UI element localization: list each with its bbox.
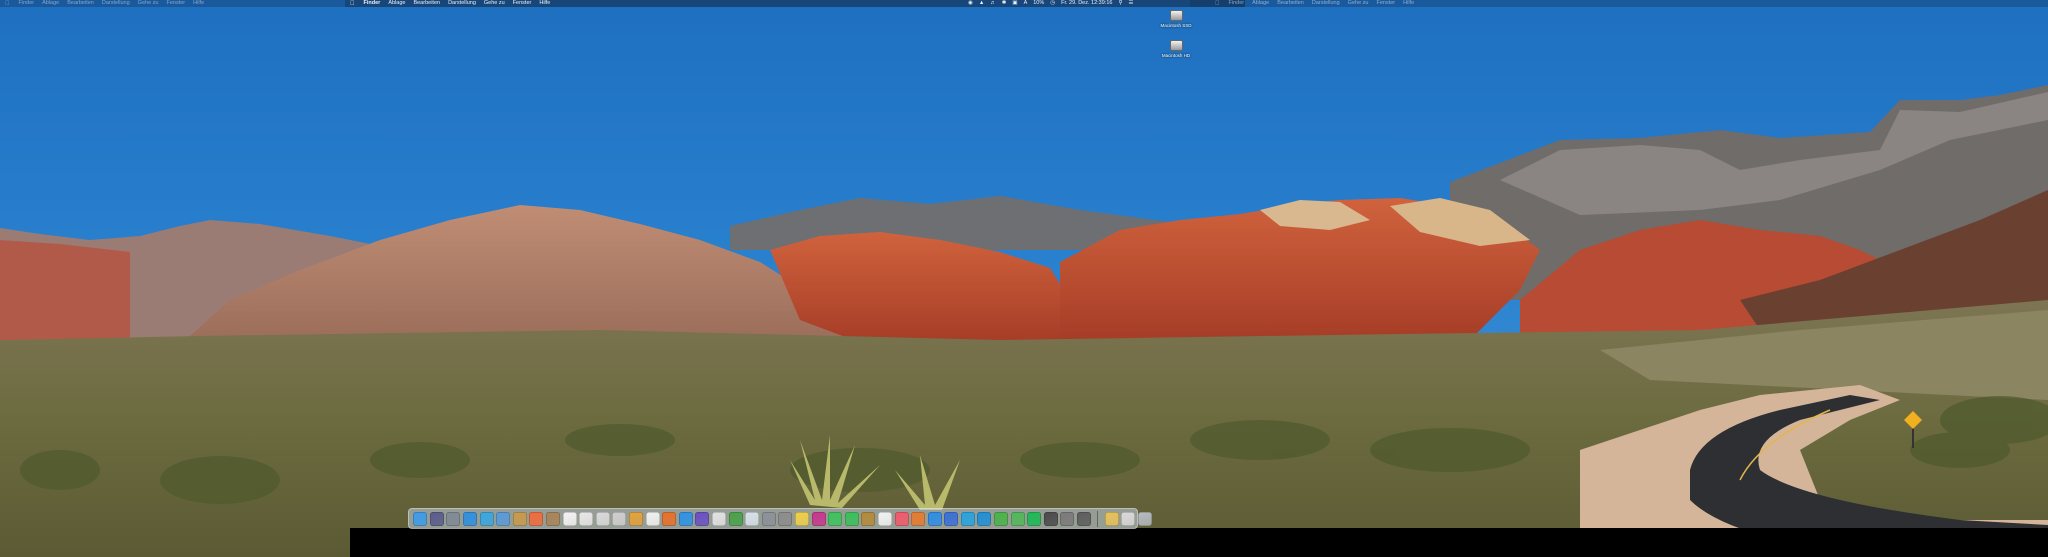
dock-reminders-icon[interactable]	[529, 511, 544, 526]
menu-finder-secondary-right[interactable]: Finder	[1225, 0, 1249, 7]
dock-contacts-icon[interactable]	[512, 511, 527, 526]
hard-drive-icon	[1169, 10, 1183, 21]
dock-mac-icon-icon[interactable]	[778, 511, 793, 526]
menu-ablage-secondary[interactable]: Ablage	[38, 0, 63, 7]
wifi-icon[interactable]: ▲	[976, 0, 987, 7]
bluetooth-icon[interactable]: ✱	[999, 0, 1010, 7]
dock-documents-icon[interactable]	[612, 511, 627, 526]
drive-label: Macintosh SSD	[1160, 23, 1192, 28]
secondary-menubar-right:  Finder Ablage Bearbeiten Darstellung G…	[1190, 0, 2048, 7]
dock-music-icon[interactable]	[894, 511, 909, 526]
location-icon[interactable]: ◉	[965, 0, 976, 7]
dock-photos-2-icon[interactable]	[811, 511, 826, 526]
spotlight-icon[interactable]: ⚲	[1115, 0, 1125, 7]
dock-settings-icon[interactable]	[1060, 511, 1075, 526]
secondary-menubar-left:  Finder Ablage Bearbeiten Darstellung G…	[0, 0, 345, 7]
time-machine-icon[interactable]: ◷	[1047, 0, 1058, 7]
apple-menu-icon[interactable]: 	[345, 1, 360, 7]
dock-separator	[1097, 510, 1099, 527]
menu-finder-secondary[interactable]: Finder	[15, 0, 39, 7]
dock-safari-icon[interactable]	[463, 511, 478, 526]
dock-trash-icon[interactable]	[1137, 511, 1152, 526]
menu-darstellung[interactable]: Darstellung	[444, 0, 480, 7]
dock-photo-booth-icon[interactable]	[745, 511, 760, 526]
dock-imovie-icon[interactable]	[695, 511, 710, 526]
menu-fenster-secondary-right[interactable]: Fenster	[1372, 0, 1399, 7]
dock-keynote-icon[interactable]	[711, 511, 726, 526]
dock-browser-icon[interactable]	[645, 511, 660, 526]
menu-darstellung-secondary[interactable]: Darstellung	[98, 0, 134, 7]
dock-notes-icon[interactable]	[546, 511, 561, 526]
dock-downloads-stack-icon[interactable]	[1104, 511, 1119, 526]
notification-center-icon[interactable]: ☰	[1125, 0, 1136, 7]
dock-app-store-icon[interactable]	[927, 511, 942, 526]
battery-percent[interactable]: 10%	[1030, 0, 1047, 7]
volume-icon[interactable]: ♬	[987, 0, 999, 7]
menu-fenster[interactable]: Fenster	[509, 0, 536, 7]
dock-textedit-icon[interactable]	[579, 511, 594, 526]
dock-launchpad-icon[interactable]	[446, 511, 461, 526]
display-icon[interactable]: ▣	[1009, 0, 1020, 7]
dock-screenshot-icon[interactable]	[761, 511, 776, 526]
dock-evernote-icon[interactable]	[1010, 511, 1025, 526]
menu-darstellung-secondary-right[interactable]: Darstellung	[1308, 0, 1344, 7]
desktop:  Finder Ablage Bearbeiten Darstellung G…	[0, 0, 2048, 557]
desktop-drive-hd[interactable]: Macintosh HD	[1156, 40, 1196, 58]
menu-finder[interactable]: Finder	[360, 0, 385, 7]
unused-display-area	[350, 528, 2048, 557]
dock-photos-icon[interactable]	[794, 511, 809, 526]
menu-ablage-secondary-right[interactable]: Ablage	[1248, 0, 1273, 7]
dock-documents-stack-icon[interactable]	[1121, 511, 1136, 526]
dock-system-prefs-icon[interactable]	[960, 511, 975, 526]
apple-icon-secondary[interactable]: 	[1210, 1, 1225, 7]
dock-chrome-icon[interactable]	[629, 511, 644, 526]
dock-spotify-icon[interactable]	[1027, 511, 1042, 526]
dock-xcode-icon[interactable]	[944, 511, 959, 526]
dock-numbers-icon[interactable]	[728, 511, 743, 526]
hard-drive-icon	[1169, 40, 1183, 51]
dock-finder-icon[interactable]	[413, 511, 428, 526]
menu-hilfe-secondary[interactable]: Hilfe	[189, 0, 208, 7]
menu-gehe-zu[interactable]: Gehe zu	[480, 0, 509, 7]
dock-weather-icon[interactable]	[678, 511, 693, 526]
input-source[interactable]: A	[1021, 0, 1031, 7]
desktop-wallpaper	[0, 0, 2048, 557]
dock-skype-icon[interactable]	[977, 511, 992, 526]
dock	[408, 508, 1152, 529]
dock-siri-icon[interactable]	[429, 511, 444, 526]
menu-gehe-zu-secondary-right[interactable]: Gehe zu	[1344, 0, 1373, 7]
menu-bearbeiten-secondary-right[interactable]: Bearbeiten	[1273, 0, 1308, 7]
dock-terminal-icon[interactable]	[1043, 511, 1058, 526]
dock-growl-icon[interactable]	[994, 511, 1009, 526]
menu-ablage[interactable]: Ablage	[384, 0, 409, 7]
menu-bearbeiten-secondary[interactable]: Bearbeiten	[63, 0, 98, 7]
dock-facetime-icon[interactable]	[844, 511, 859, 526]
menu-bearbeiten[interactable]: Bearbeiten	[409, 0, 444, 7]
apple-icon[interactable]: 	[0, 1, 15, 7]
dock-messages-icon[interactable]	[828, 511, 843, 526]
dock-activity-icon[interactable]	[1077, 511, 1092, 526]
main-menubar:  Finder Ablage Bearbeiten Darstellung G…	[345, 0, 1245, 7]
menu-gehe-zu-secondary[interactable]: Gehe zu	[134, 0, 163, 7]
menu-hilfe[interactable]: Hilfe	[535, 0, 554, 7]
dock-mail-icon[interactable]	[496, 511, 511, 526]
dock-books-icon[interactable]	[911, 511, 926, 526]
dock-calendar-icon[interactable]	[562, 511, 577, 526]
dock-firefox-icon[interactable]	[662, 511, 677, 526]
desktop-drive-ssd[interactable]: Macintosh SSD	[1156, 10, 1196, 28]
menubar-status-area: ◉ ▲ ♬ ✱ ▣ A 10% ◷ Fr. 29. Dez. 12:39:16 …	[965, 0, 1136, 7]
dock-itunes-icon[interactable]	[877, 511, 892, 526]
dock-maps-icon[interactable]	[861, 511, 876, 526]
dock-safari-2-icon[interactable]	[479, 511, 494, 526]
drive-label: Macintosh HD	[1161, 53, 1191, 58]
menu-hilfe-secondary-right[interactable]: Hilfe	[1399, 0, 1418, 7]
dock-preview-icon[interactable]	[595, 511, 610, 526]
menu-fenster-secondary[interactable]: Fenster	[162, 0, 189, 7]
menubar-clock[interactable]: Fr. 29. Dez. 12:39:16	[1058, 0, 1115, 7]
